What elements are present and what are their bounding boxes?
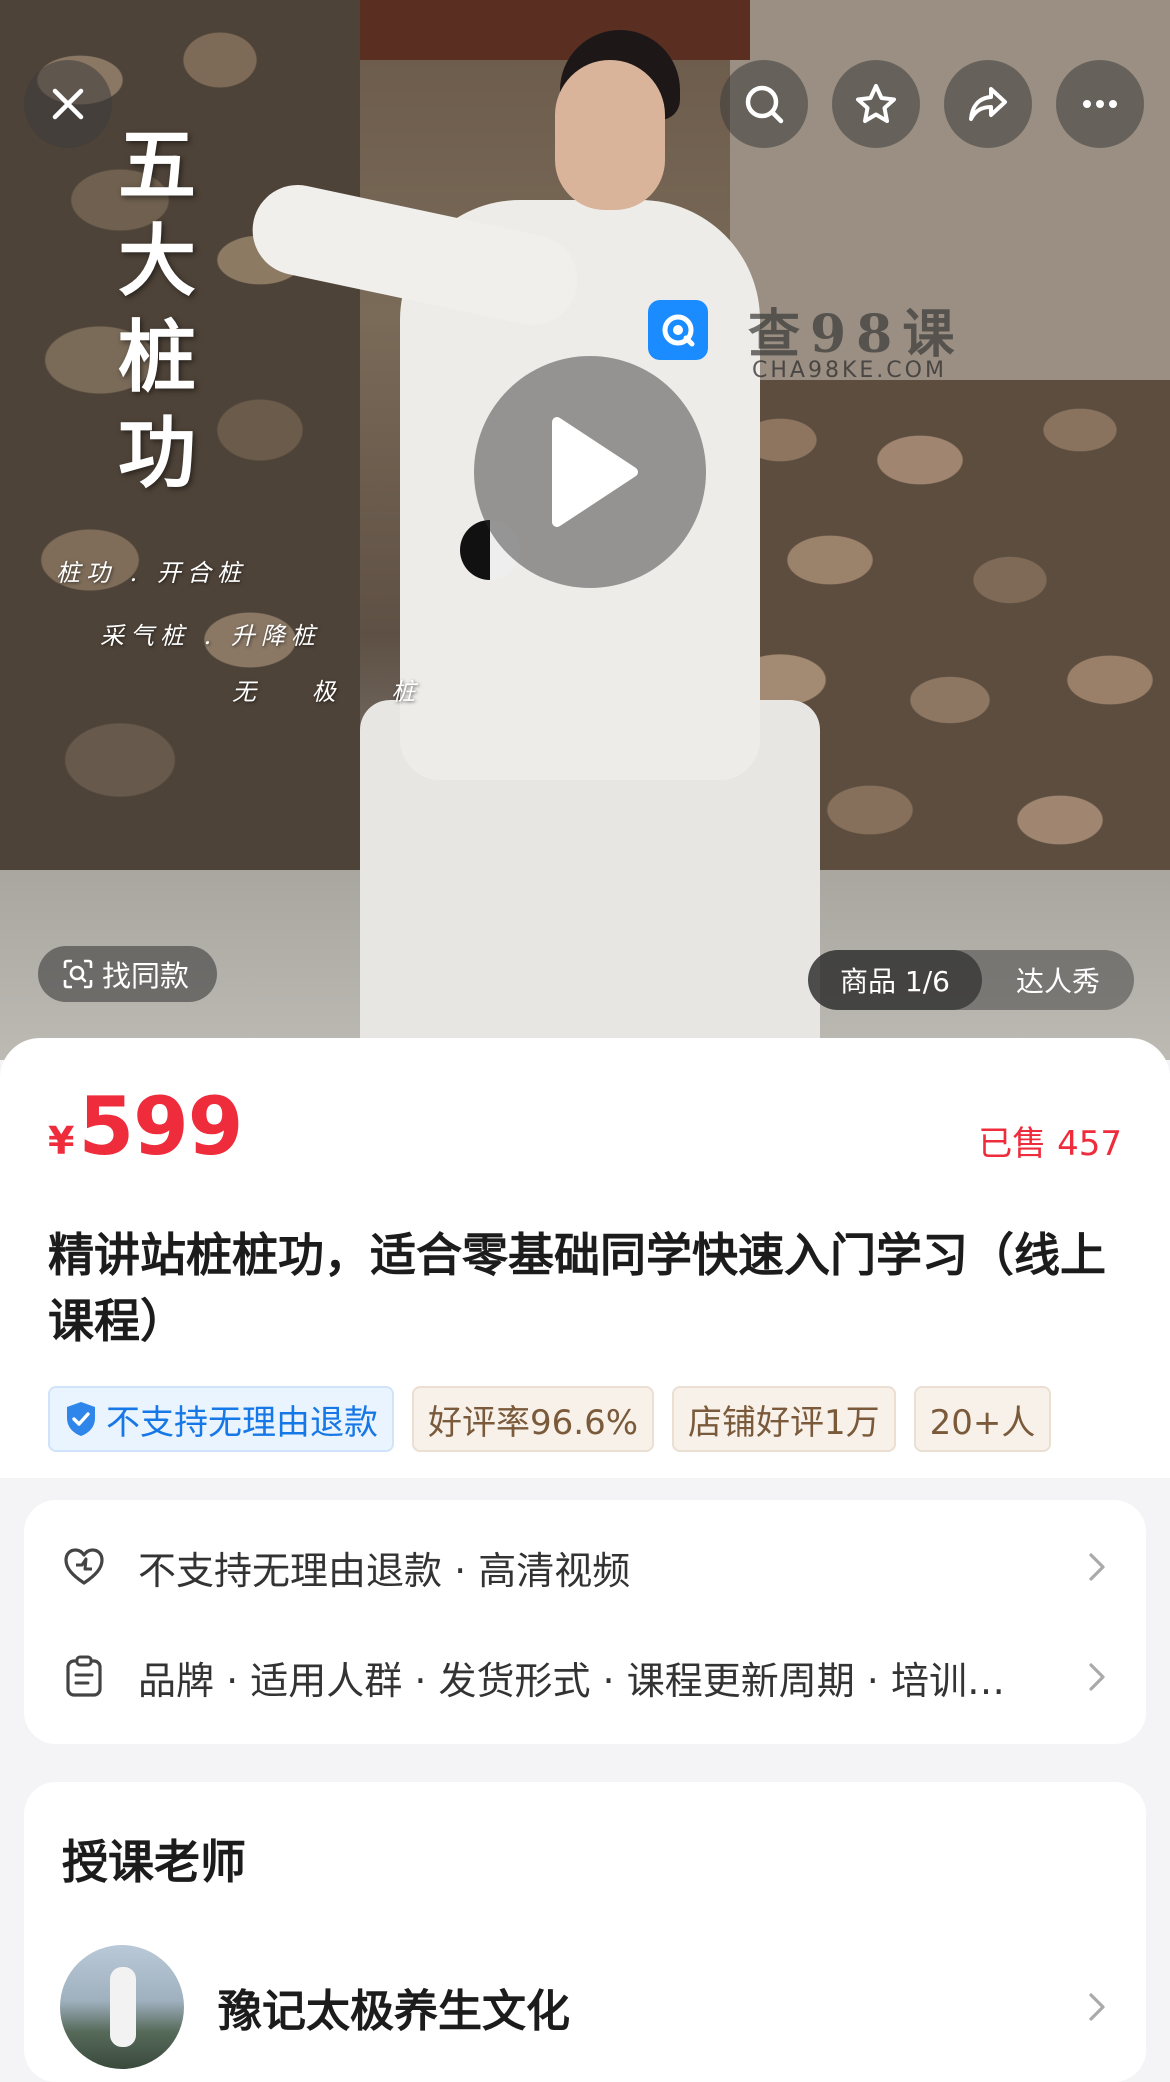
more-button[interactable] bbox=[1056, 60, 1144, 148]
close-button[interactable] bbox=[24, 60, 112, 148]
star-icon bbox=[856, 84, 896, 123]
close-icon bbox=[52, 88, 84, 120]
teacher-card: 授课老师 豫记太极养生文化 bbox=[24, 1782, 1146, 2082]
chevron-right-icon bbox=[1089, 1553, 1105, 1581]
service-card: 不支持无理由退款 · 高清视频 品牌 · 适用人群 · 发货形式 · 课程更新周… bbox=[24, 1500, 1146, 1744]
tag-no-refund[interactable]: 不支持无理由退款 bbox=[48, 1386, 394, 1452]
watermark-sub: CHA98KE.COM bbox=[752, 358, 947, 383]
tag-buyers[interactable]: 20+人 bbox=[913, 1386, 1052, 1452]
heart-shield-icon bbox=[64, 1548, 104, 1585]
clipboard-icon bbox=[66, 1655, 102, 1697]
product-params-row[interactable]: 品牌 · 适用人群 · 发货形式 · 课程更新周期 · 培训… bbox=[60, 1642, 1110, 1712]
teacher-avatar bbox=[60, 1945, 184, 2069]
product-tags: 不支持无理由退款 好评率96.6% 店铺好评1万 20+人 bbox=[48, 1386, 1122, 1456]
tab-influencer-show[interactable]: 达人秀 bbox=[982, 950, 1134, 1010]
price-currency: ¥ bbox=[48, 1119, 75, 1163]
poster-line-1: 桩功 . 开合桩 bbox=[56, 559, 247, 587]
watermark-logo-icon bbox=[648, 299, 708, 360]
chevron-right-icon bbox=[1089, 1993, 1105, 2021]
shield-check-icon bbox=[67, 1402, 95, 1436]
more-dots-icon bbox=[1083, 100, 1117, 108]
find-same-button[interactable]: 找同款 bbox=[38, 946, 218, 1002]
background-roof bbox=[330, 0, 750, 60]
scan-search-icon bbox=[63, 959, 93, 989]
media-tab-switch: 商品 1/6 达人秀 bbox=[808, 950, 1134, 1010]
product-params-text: 品牌 · 适用人群 · 发货形式 · 课程更新周期 · 培训… bbox=[138, 1658, 1005, 1703]
product-media-carousel[interactable]: 五 大 桩 功 桩功 . 开合桩 采气桩 . 升降桩 无 极 桩 查98课 CH… bbox=[0, 0, 1170, 1060]
tag-shop-reviews[interactable]: 店铺好评1万 bbox=[672, 1386, 896, 1452]
play-icon bbox=[552, 417, 638, 527]
teacher-section-title: 授课老师 bbox=[62, 1835, 246, 1889]
price-value: 599 bbox=[78, 1080, 243, 1173]
watermark: 查98课 bbox=[648, 292, 964, 367]
favorite-button[interactable] bbox=[832, 60, 920, 148]
tag-no-refund-label: 不支持无理由退款 bbox=[106, 1402, 378, 1443]
search-button[interactable] bbox=[720, 60, 808, 148]
chevron-right-icon bbox=[1089, 1663, 1105, 1691]
poster-title: 五 大 桩 功 bbox=[118, 120, 197, 499]
find-same-label: 找同款 bbox=[102, 959, 190, 993]
service-guarantee-text: 不支持无理由退款 · 高清视频 bbox=[138, 1548, 631, 1593]
model-figure-head bbox=[555, 60, 665, 210]
share-icon bbox=[969, 87, 1007, 121]
watermark-text: 查98课 bbox=[748, 304, 965, 365]
search-icon bbox=[745, 85, 784, 124]
price: ¥ 599 bbox=[48, 1080, 243, 1173]
tab-product-images[interactable]: 商品 1/6 bbox=[808, 950, 982, 1010]
tag-rating[interactable]: 好评率96.6% bbox=[412, 1386, 655, 1452]
poster-line-2: 采气桩 . 升降桩 bbox=[100, 622, 321, 650]
share-button[interactable] bbox=[944, 60, 1032, 148]
service-guarantee-row[interactable]: 不支持无理由退款 · 高清视频 bbox=[60, 1532, 1110, 1602]
teacher-name: 豫记太极养生文化 bbox=[218, 1986, 570, 2037]
poster-line-3: 无 极 桩 bbox=[232, 678, 440, 706]
play-video-button[interactable] bbox=[474, 356, 706, 588]
sold-count: 已售 457 bbox=[978, 1124, 1122, 1164]
product-title: 精讲站桩桩功，适合零基础同学快速入门学习（线上课程） bbox=[48, 1228, 1106, 1348]
teacher-row[interactable]: 豫记太极养生文化 bbox=[60, 1945, 1110, 2069]
